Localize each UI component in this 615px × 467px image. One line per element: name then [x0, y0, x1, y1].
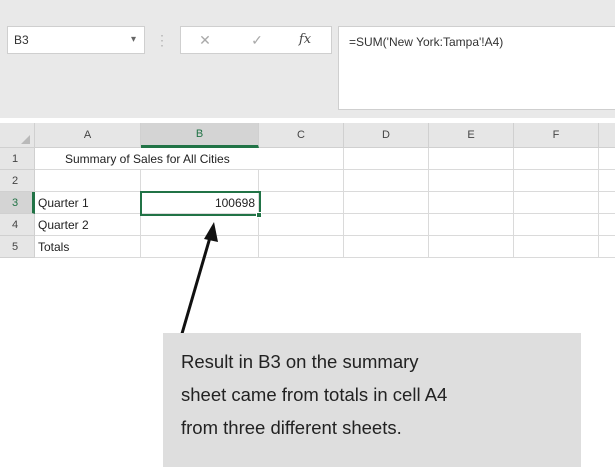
arrow-shaft: [179, 233, 213, 338]
callout-box: Result in B3 on the summary sheet came f…: [163, 333, 581, 467]
callout-line-2: sheet came from totals in cell A4: [181, 384, 448, 405]
callout-line-3: from three different sheets.: [181, 417, 402, 438]
callout-line-1: Result in B3 on the summary: [181, 351, 419, 372]
arrow-head-icon: [204, 222, 218, 242]
